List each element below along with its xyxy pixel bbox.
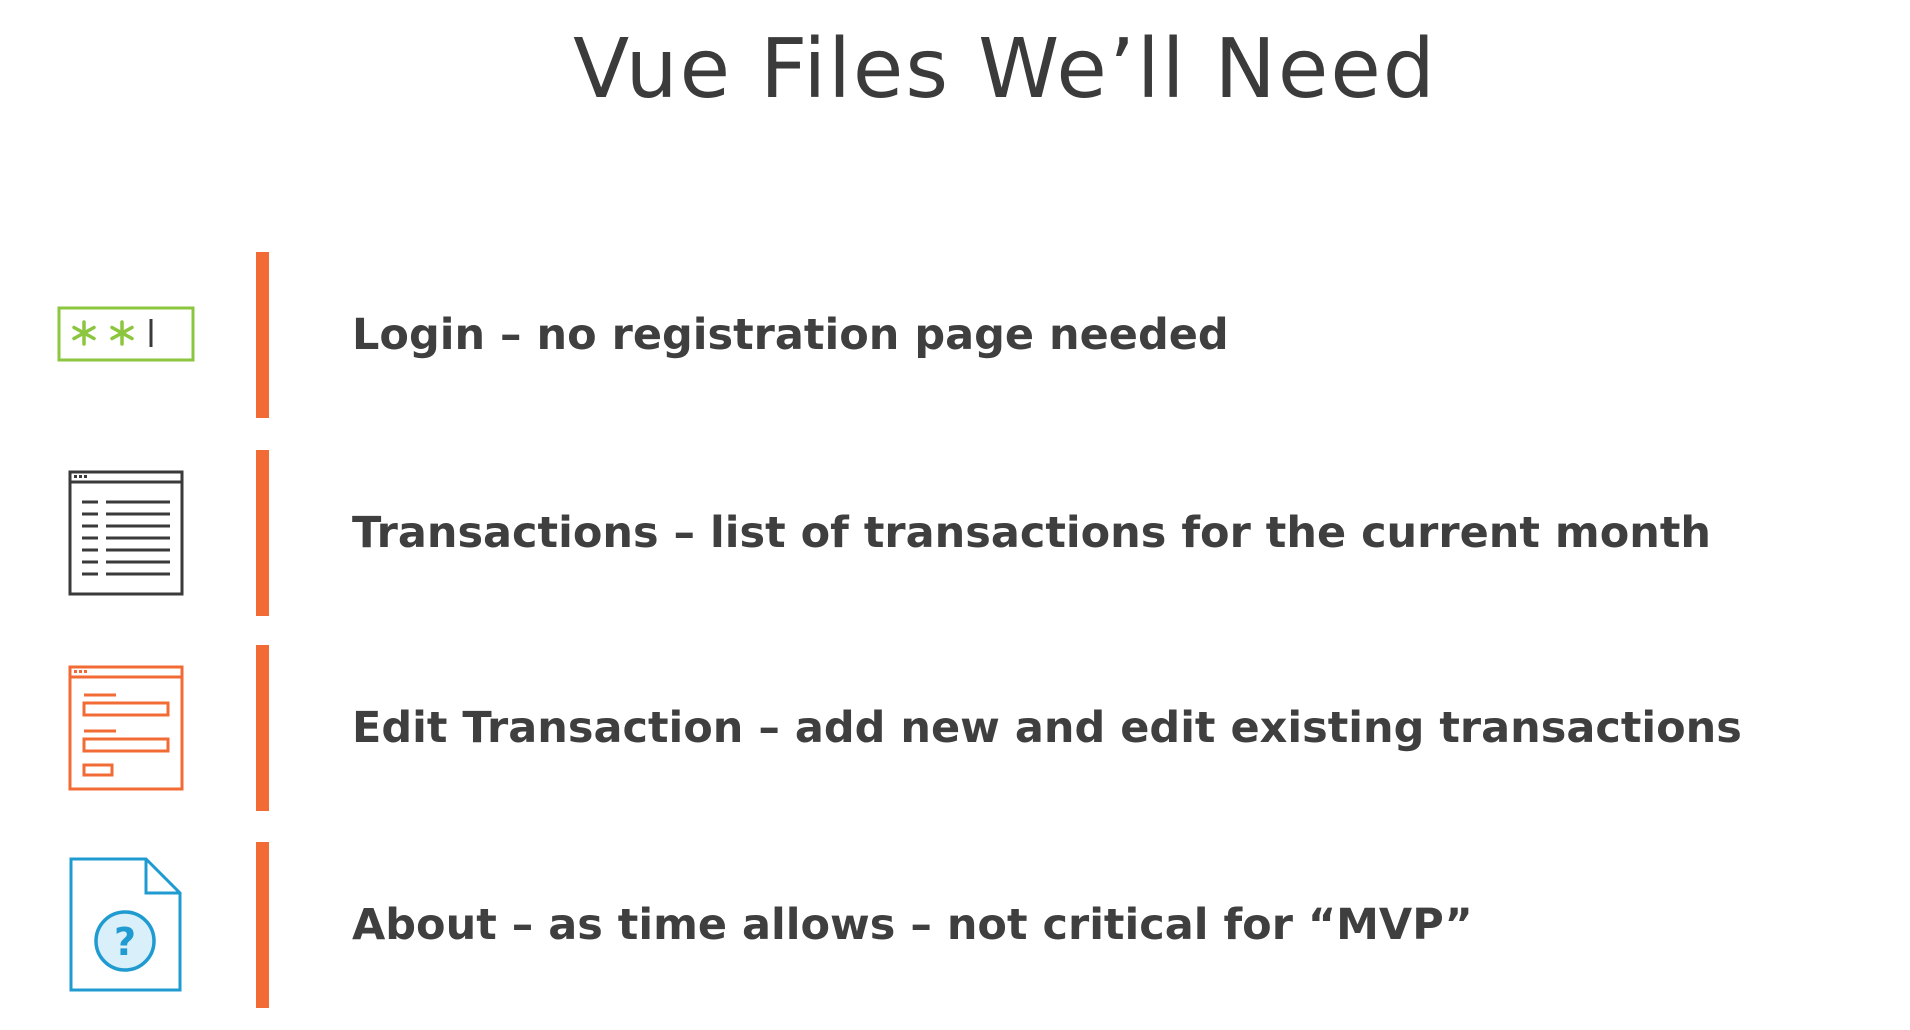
slide: Vue Files We’ll Need Login – no registra… (0, 0, 1910, 1030)
accent-bar (256, 645, 269, 811)
password-field-icon (56, 252, 196, 418)
item-label: Transactions – list of transactions for … (352, 508, 1712, 558)
item-label: Edit Transaction – add new and edit exis… (352, 703, 1742, 753)
accent-bar (256, 450, 269, 616)
list-item-login: Login – no registration page needed (0, 252, 1910, 418)
item-label: About – as time allows – not critical fo… (352, 900, 1473, 950)
help-document-icon: ? (56, 842, 196, 1008)
list-page-icon (56, 450, 196, 616)
slide-title: Vue Files We’ll Need (573, 22, 1437, 117)
item-label: Login – no registration page needed (352, 310, 1229, 360)
accent-bar (256, 842, 269, 1008)
accent-bar (256, 252, 269, 418)
svg-text:?: ? (114, 920, 136, 964)
list-item-edit-transaction: Edit Transaction – add new and edit exis… (0, 645, 1910, 811)
form-page-icon (56, 645, 196, 811)
title-container: Vue Files We’ll Need (0, 22, 1910, 117)
list-item-about: ? About – as time allows – not critical … (0, 842, 1910, 1008)
list-item-transactions: Transactions – list of transactions for … (0, 450, 1910, 616)
